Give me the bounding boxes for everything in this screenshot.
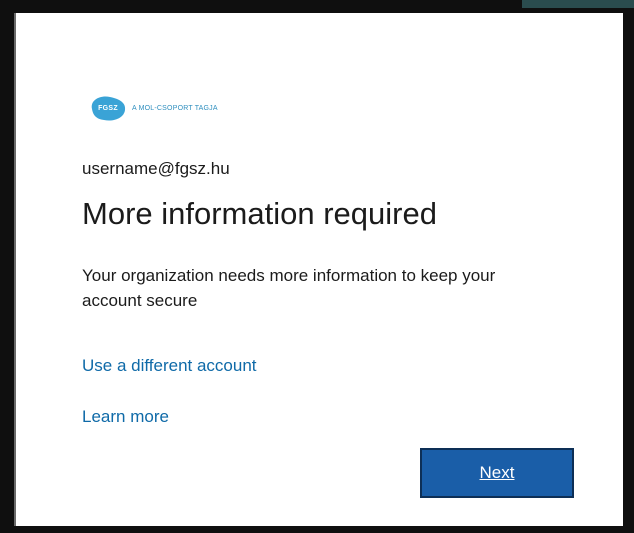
logo-blob-icon: FGSZ [88,93,128,123]
learn-more-link[interactable]: Learn more [82,407,169,427]
signin-card: FGSZ A MOL-CSOPORT TAGJA username@fgsz.h… [14,13,623,526]
logo-tagline: A MOL-CSOPORT TAGJA [132,104,218,112]
use-different-account-link[interactable]: Use a different account [82,356,257,376]
logo-mark: FGSZ [98,104,118,112]
page-title: More information required [82,196,437,231]
account-username: username@fgsz.hu [82,159,230,178]
next-button[interactable]: Next [420,448,574,498]
frame-accent-strip [522,0,634,8]
company-logo: FGSZ A MOL-CSOPORT TAGJA [88,93,218,123]
page-description: Your organization needs more information… [82,266,496,310]
